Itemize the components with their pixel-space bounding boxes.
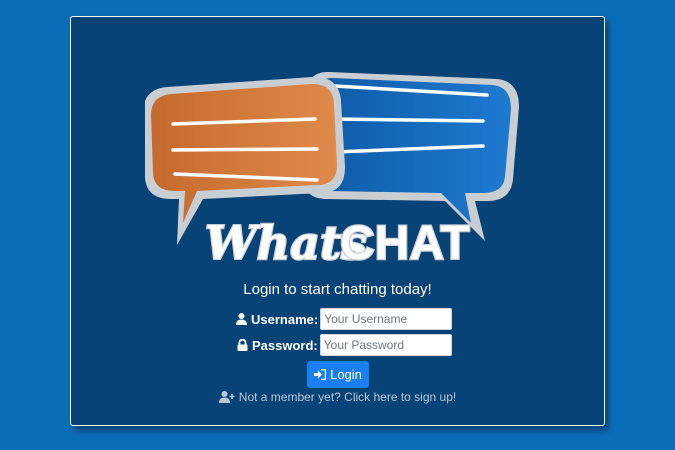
username-label: Username: [251, 311, 319, 327]
password-row: Password: [237, 334, 452, 356]
login-panel: Whats CHAT Login to start chatting today… [70, 16, 605, 426]
user-icon [236, 313, 247, 325]
login-label: Login [330, 367, 362, 382]
logo-word-chat: CHAT [340, 217, 470, 269]
tagline: Login to start chatting today! [243, 281, 432, 298]
password-input[interactable] [319, 334, 452, 356]
username-row: Username: [236, 308, 453, 330]
signup-link[interactable]: Not a member yet? Click here to sign up! [239, 390, 456, 404]
user-plus-icon [218, 391, 235, 403]
password-label: Password: [252, 337, 318, 353]
login-button[interactable]: Login [307, 361, 369, 388]
username-input[interactable] [320, 308, 453, 330]
sign-in-icon [314, 369, 327, 380]
whatschat-logo: Whats CHAT [145, 71, 519, 269]
signup-row: Not a member yet? Click here to sign up! [71, 390, 604, 404]
lock-icon [237, 339, 248, 351]
logo-wordmark: Whats CHAT [204, 215, 471, 269]
